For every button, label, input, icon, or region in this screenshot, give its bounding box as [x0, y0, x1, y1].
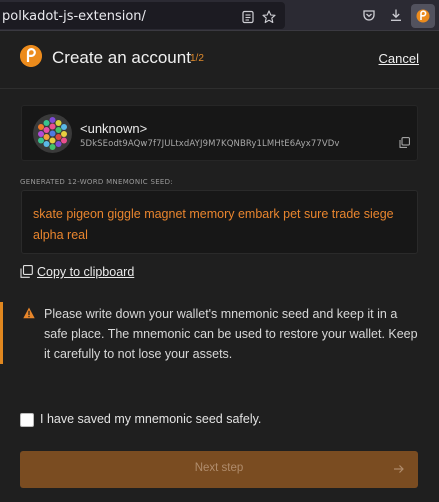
- arrow-right-icon: [394, 465, 404, 473]
- step-indicator: 1/2: [190, 53, 204, 64]
- page-title: Create an account: [52, 48, 191, 67]
- extension-popup: Create an account 1/2 Cancel <unknown> 5…: [0, 31, 439, 502]
- seed-label: GENERATED 12-WORD MNEMONIC SEED:: [20, 178, 174, 186]
- saved-seed-label: I have saved my mnemonic seed safely.: [40, 412, 262, 426]
- pocket-icon[interactable]: [362, 8, 376, 22]
- polkadot-extension-button[interactable]: [411, 4, 435, 28]
- next-step-label: Next step: [194, 462, 244, 474]
- seed-box: skate pigeon giggle magnet memory embark…: [21, 190, 418, 254]
- browser-toolbar: polkadot-js-extension/: [0, 0, 439, 31]
- account-name: <unknown>: [80, 121, 148, 136]
- download-icon[interactable]: [389, 8, 403, 22]
- saved-seed-checkbox[interactable]: [20, 413, 34, 427]
- mnemonic-seed-text: skate pigeon giggle magnet memory embark…: [33, 207, 394, 242]
- copy-icon[interactable]: [399, 137, 410, 148]
- url-text: polkadot-js-extension/: [2, 9, 146, 24]
- account-card: <unknown> 5DkSEodt9AQw7f7JULtxdAYJ9M7KQN…: [21, 105, 418, 161]
- reader-mode-icon[interactable]: [241, 10, 255, 24]
- cancel-link[interactable]: Cancel: [379, 51, 419, 66]
- warning-banner: Please write down your wallet's mnemonic…: [0, 302, 439, 364]
- copy-to-clipboard-button[interactable]: Copy to clipboard: [20, 265, 134, 279]
- warning-text: Please write down your wallet's mnemonic…: [44, 307, 418, 361]
- url-field[interactable]: polkadot-js-extension/: [0, 2, 285, 29]
- next-step-button[interactable]: Next step: [20, 451, 418, 488]
- polkadot-logo-icon: [20, 45, 42, 67]
- copy-to-clipboard-label: Copy to clipboard: [37, 265, 135, 279]
- bookmark-star-icon[interactable]: [262, 10, 276, 24]
- polkadot-extension-icon: [416, 9, 430, 23]
- popup-header: Create an account 1/2 Cancel: [0, 31, 439, 89]
- account-address: 5DkSEodt9AQw7f7JULtxdAYJ9M7KQNBRy1LMHtE6…: [80, 139, 340, 149]
- account-identicon: [33, 114, 72, 153]
- warning-triangle-icon: [23, 307, 35, 319]
- copy-icon: [20, 265, 33, 278]
